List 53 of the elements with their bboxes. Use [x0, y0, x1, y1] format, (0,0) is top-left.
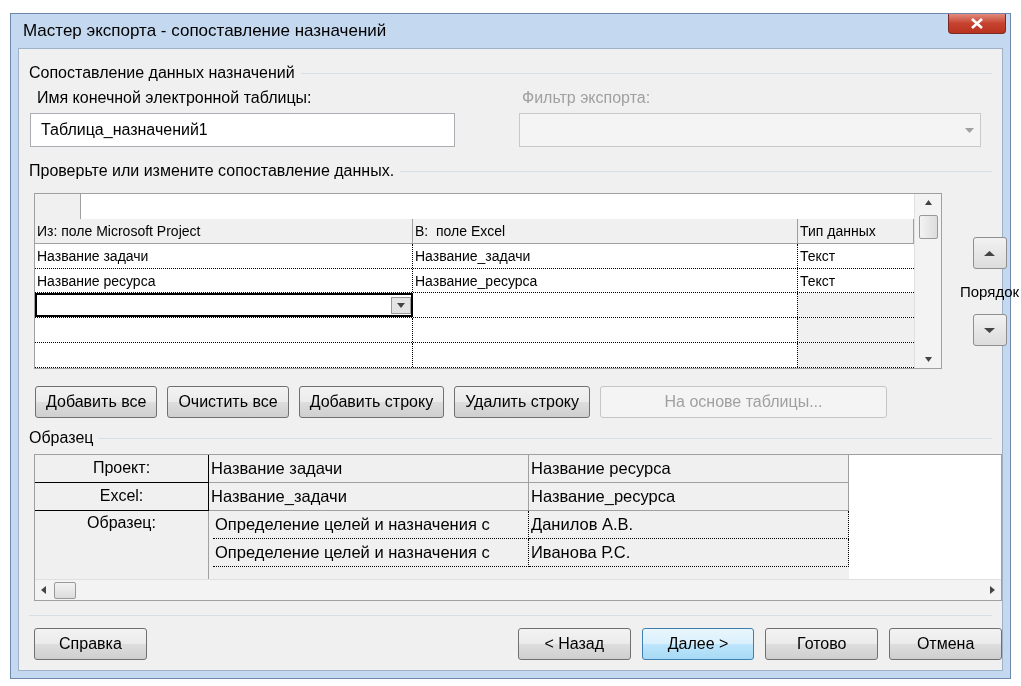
table-cell: Название_задачи — [413, 243, 798, 268]
scroll-thumb[interactable] — [54, 581, 76, 599]
input-field[interactable]: Таблица_назначений1 — [30, 113, 455, 147]
dialog-button[interactable]: Отмена — [889, 628, 1002, 660]
field-label: Фильтр экспорта: — [522, 89, 651, 107]
action-button[interactable]: Очистить все — [167, 386, 289, 418]
table-cell: Название_ресурса — [413, 268, 798, 293]
grid-dropdown[interactable] — [35, 293, 413, 318]
row-header: Excel: — [35, 483, 209, 511]
dialog-button[interactable]: Справка — [34, 628, 147, 660]
group-title: Проверьте или измените сопоставление данных. — [29, 162, 395, 180]
scroll-thumb[interactable] — [918, 215, 938, 239]
column-header[interactable]: В: поле Excel — [413, 218, 798, 243]
window-title: Мастер экспорта - сопоставление назначений — [23, 21, 387, 41]
scrollbar[interactable] — [35, 579, 1001, 600]
field-label: Имя конечной электронной таблицы: — [37, 89, 313, 107]
dropdown-button[interactable] — [391, 296, 411, 314]
table-cell: Название_ресурса — [529, 483, 849, 511]
close-button[interactable] — [948, 14, 1006, 34]
table-cell: Определение целей и назначения с — [213, 539, 529, 567]
action-button[interactable]: Добавить все — [35, 386, 158, 418]
table-cell-text: Текст — [799, 246, 837, 266]
table-cell: Данилов А.В. — [529, 511, 849, 539]
action-button[interactable]: Удалить строку — [454, 386, 590, 418]
dialog-button[interactable]: < Назад — [517, 628, 631, 660]
scroll-up-icon — [924, 200, 932, 205]
caret-icon — [397, 302, 405, 308]
group-title: Сопоставление данных назначений — [29, 64, 295, 82]
table-cell: Определение целей и назначения с — [213, 511, 529, 539]
table-cell: Название задачи — [35, 243, 413, 268]
row-header: Проект: — [35, 455, 209, 483]
move-down-button[interactable] — [972, 314, 1007, 346]
scroll-down-icon — [924, 357, 932, 362]
order-label: Порядок — [960, 283, 1020, 300]
table-cell: Название ресурса — [35, 268, 413, 293]
table-cell: Название задачи — [209, 455, 529, 483]
scroll-left-icon — [41, 586, 46, 594]
down-arrow-icon — [984, 327, 996, 333]
up-arrow-icon — [984, 250, 996, 256]
close-icon — [971, 18, 983, 29]
dialog-button[interactable]: Готово — [765, 628, 879, 660]
table-cell-text: Текст — [799, 271, 837, 291]
table-cell: Название ресурса — [529, 455, 849, 483]
dropdown-arrow-icon — [965, 127, 974, 133]
dialog-button[interactable]: Далее > — [641, 628, 755, 660]
column-header[interactable]: Из: поле Microsoft Project — [35, 218, 413, 243]
action-button[interactable]: Добавить строку — [298, 386, 445, 418]
move-up-button[interactable] — [972, 237, 1007, 269]
group-title: Образец — [29, 429, 94, 447]
table-cell: Иванова Р.С. — [529, 539, 849, 567]
scrollbar[interactable] — [914, 194, 941, 368]
table-cell: Название_задачи — [209, 483, 529, 511]
scroll-right-icon — [990, 586, 995, 594]
